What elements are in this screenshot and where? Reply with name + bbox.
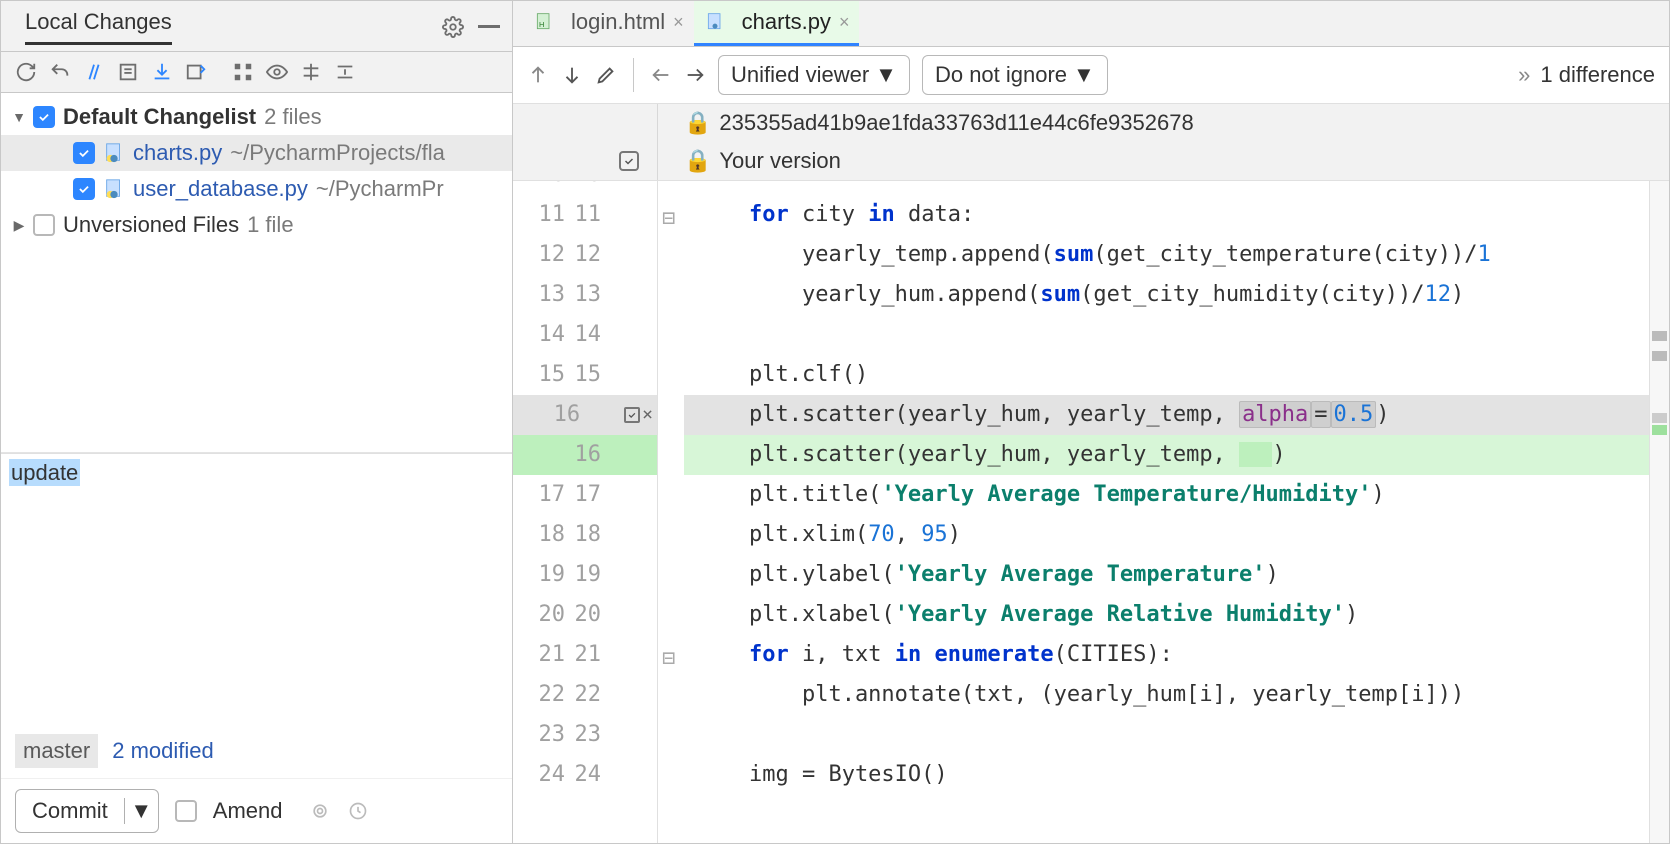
strip-mark[interactable]: [1652, 351, 1667, 361]
changelist-count: 2 files: [264, 104, 321, 130]
file-path: ~/PycharmPr: [316, 176, 444, 202]
viewer-mode-dropdown[interactable]: Unified viewer ▼: [718, 55, 910, 95]
refresh-icon[interactable]: [15, 61, 37, 83]
panel-title: Local Changes: [25, 9, 172, 45]
tab-label: login.html: [571, 9, 665, 35]
python-file-icon: [704, 11, 726, 33]
changelist-row[interactable]: ▼ Default Changelist 2 files: [1, 99, 512, 135]
file-path: ~/PycharmProjects/fla: [230, 140, 445, 166]
panel-header: Local Changes: [1, 1, 512, 52]
changelist-label: Default Changelist: [63, 104, 256, 130]
lock-icon: 🔒: [684, 148, 711, 174]
strip-mark[interactable]: [1652, 331, 1667, 341]
amend-label: Amend: [213, 798, 283, 824]
commit-message-text: update: [9, 459, 80, 486]
next-diff-icon[interactable]: [561, 64, 583, 86]
modified-count[interactable]: 2 modified: [112, 738, 214, 764]
python-file-icon: [103, 142, 125, 164]
unversioned-count: 1 file: [247, 212, 293, 238]
diff-code-area: 10101111121213131414151516×1617171818191…: [513, 181, 1669, 843]
history-icon[interactable]: [347, 800, 369, 822]
chevron-right-icon[interactable]: ▶: [11, 217, 27, 233]
group-by-icon[interactable]: [232, 61, 254, 83]
file-name: user_database.py: [133, 176, 308, 202]
chevron-down-icon: ▼: [875, 62, 897, 88]
python-file-icon: [103, 178, 125, 200]
editor-tabs: H login.html × charts.py ×: [513, 1, 1669, 47]
unversioned-label: Unversioned Files: [63, 212, 239, 238]
edit-icon[interactable]: [595, 64, 617, 86]
shelve-icon[interactable]: [151, 61, 173, 83]
your-version-label: Your version: [719, 148, 840, 174]
changelist-checkbox[interactable]: [33, 106, 55, 128]
lock-icon: 🔒: [684, 110, 711, 136]
tab-charts-py[interactable]: charts.py ×: [694, 1, 860, 46]
vcs-toolbar: [1, 52, 512, 93]
amend-checkbox[interactable]: [175, 800, 197, 822]
unversioned-checkbox[interactable]: [33, 214, 55, 236]
file-checkbox[interactable]: [73, 142, 95, 164]
branch-badge: master: [15, 734, 98, 768]
strip-mark-add[interactable]: [1652, 425, 1667, 435]
forward-icon[interactable]: [684, 64, 706, 86]
revision-hash: 235355ad41b9ae1fda33763d11e44c6fe9352678: [719, 110, 1193, 136]
prev-diff-icon[interactable]: [527, 64, 549, 86]
commit-button-label: Commit: [16, 798, 124, 824]
commit-footer: Commit ▼ Amend: [1, 778, 512, 843]
commit-message-input[interactable]: update: [1, 453, 512, 724]
close-icon[interactable]: ×: [839, 12, 850, 33]
back-icon[interactable]: [650, 64, 672, 86]
file-checkbox[interactable]: [73, 178, 95, 200]
include-checkbox[interactable]: [619, 151, 639, 171]
collapse-all-icon[interactable]: [334, 61, 356, 83]
changelist-icon[interactable]: [117, 61, 139, 83]
commit-button-caret[interactable]: ▼: [124, 798, 158, 824]
strip-mark-change[interactable]: [1652, 413, 1667, 423]
file-row-charts[interactable]: charts.py ~/PycharmProjects/fla: [1, 135, 512, 171]
fold-markers: ⊟⊟: [658, 181, 684, 843]
html-file-icon: H: [533, 11, 555, 33]
preview-icon[interactable]: [266, 61, 288, 83]
unshelve-icon[interactable]: [185, 61, 207, 83]
vcs-local-changes-panel: Local Changes ▼ Default Changelist: [1, 1, 513, 843]
file-name: charts.py: [133, 140, 222, 166]
chevron-down-icon[interactable]: ▼: [11, 109, 27, 125]
chevron-down-icon: ▼: [1073, 62, 1095, 88]
changes-tree: ▼ Default Changelist 2 files charts.py ~…: [1, 93, 512, 453]
gear-icon[interactable]: [442, 16, 464, 38]
scroll-strip[interactable]: [1649, 181, 1669, 843]
diff-toolbar: Unified viewer ▼ Do not ignore ▼ » 1 dif…: [513, 47, 1669, 104]
code-column[interactable]: for city in data: yearly_temp.append(sum…: [684, 181, 1649, 843]
tab-login-html[interactable]: H login.html ×: [523, 1, 694, 46]
diff-count: 1 difference: [1540, 62, 1655, 88]
unversioned-row[interactable]: ▶ Unversioned Files 1 file: [1, 207, 512, 243]
close-icon[interactable]: ×: [673, 12, 684, 33]
diff-icon[interactable]: [83, 61, 105, 83]
diff-meta: 🔒 235355ad41b9ae1fda33763d11e44c6fe93526…: [513, 104, 1669, 181]
editor-panel: H login.html × charts.py × Unified viewe…: [513, 1, 1669, 843]
line-gutter: 10101111121213131414151516×1617171818191…: [513, 181, 658, 843]
minimize-icon[interactable]: [478, 16, 500, 38]
gear-icon[interactable]: [309, 800, 331, 822]
svg-text:H: H: [539, 20, 544, 29]
commit-summary: master 2 modified: [1, 724, 512, 778]
commit-button[interactable]: Commit ▼: [15, 789, 159, 833]
more-icon[interactable]: »: [1518, 62, 1530, 88]
tab-label: charts.py: [742, 9, 831, 35]
rollback-icon[interactable]: [49, 61, 71, 83]
whitespace-mode-dropdown[interactable]: Do not ignore ▼: [922, 55, 1108, 95]
file-row-userdb[interactable]: user_database.py ~/PycharmPr: [1, 171, 512, 207]
expand-all-icon[interactable]: [300, 61, 322, 83]
